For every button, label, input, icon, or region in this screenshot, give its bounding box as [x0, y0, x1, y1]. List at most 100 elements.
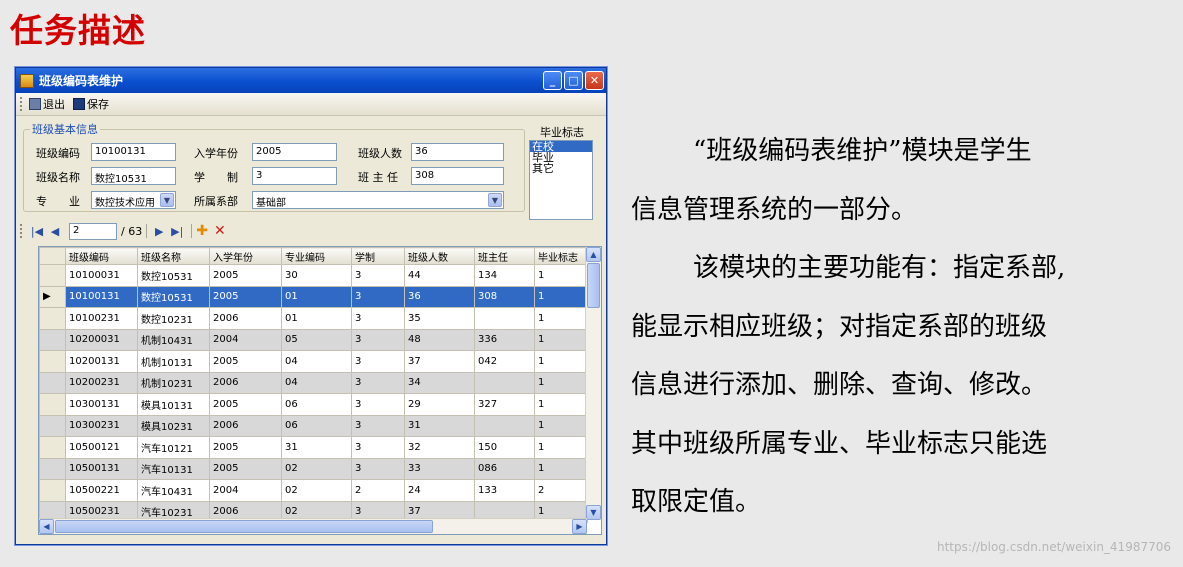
table-cell[interactable]: 数控10231	[137, 307, 210, 330]
table-cell[interactable]: 01	[281, 285, 352, 308]
table-cell[interactable]: 2006	[209, 371, 282, 394]
table-row[interactable]: 10100231 数控10231 2006 01 3 35 1	[39, 307, 588, 330]
table-cell[interactable]: 10100031	[65, 264, 138, 287]
row-selector[interactable]	[39, 457, 66, 480]
table-cell[interactable]: 31	[404, 414, 475, 437]
table-cell[interactable]: 04	[281, 371, 352, 394]
horizontal-scrollbar[interactable]: ◀ ▶	[39, 518, 587, 534]
table-cell[interactable]: 2005	[209, 457, 282, 480]
table-cell[interactable]: 10100131	[65, 285, 138, 308]
first-record-icon[interactable]: |◀	[29, 225, 45, 238]
column-header[interactable]: 毕业标志	[534, 247, 588, 265]
table-cell[interactable]: 10200231	[65, 371, 138, 394]
table-cell[interactable]: 1	[534, 436, 588, 459]
table-cell[interactable]: 2006	[209, 414, 282, 437]
table-cell[interactable]: 02	[281, 457, 352, 480]
table-row[interactable]: 10200131 机制10131 2005 04 3 37 042 1	[39, 350, 588, 373]
table-cell[interactable]: 2004	[209, 479, 282, 502]
table-cell[interactable]: 2005	[209, 393, 282, 416]
scroll-down-icon[interactable]: ▼	[586, 505, 601, 520]
row-selector[interactable]	[39, 264, 66, 287]
table-cell[interactable]: 2005	[209, 350, 282, 373]
advisor-field[interactable]: 308	[411, 167, 504, 185]
exit-button[interactable]: 退出	[29, 96, 65, 112]
table-cell[interactable]: 04	[281, 350, 352, 373]
table-row[interactable]: 10100031 数控10531 2005 30 3 44 134 1	[39, 264, 588, 287]
table-cell[interactable]: 1	[534, 328, 588, 351]
table-cell[interactable]: 汽车10431	[137, 479, 210, 502]
table-cell[interactable]: 10100231	[65, 307, 138, 330]
table-cell[interactable]: 10500221	[65, 479, 138, 502]
last-record-icon[interactable]: ▶|	[169, 225, 185, 238]
column-header[interactable]: 班主任	[474, 247, 535, 265]
table-cell[interactable]: 336	[474, 328, 535, 351]
prev-record-icon[interactable]: ◀	[47, 225, 63, 238]
table-cell[interactable]: 1	[534, 350, 588, 373]
table-cell[interactable]	[474, 371, 535, 394]
table-cell[interactable]: 3	[351, 371, 405, 394]
table-cell[interactable]: 机制10231	[137, 371, 210, 394]
row-selector[interactable]	[39, 436, 66, 459]
table-cell[interactable]: 10500121	[65, 436, 138, 459]
table-cell[interactable]: 1	[534, 264, 588, 287]
row-selector[interactable]: ▶	[39, 285, 66, 308]
table-cell[interactable]: 机制10431	[137, 328, 210, 351]
close-icon[interactable]: ✕	[585, 71, 604, 90]
scroll-left-icon[interactable]: ◀	[39, 519, 54, 534]
table-cell[interactable]: 48	[404, 328, 475, 351]
column-header[interactable]: 班级人数	[404, 247, 475, 265]
scroll-right-icon[interactable]: ▶	[572, 519, 587, 534]
table-cell[interactable]: 33	[404, 457, 475, 480]
table-cell[interactable]: 10300131	[65, 393, 138, 416]
vertical-scrollbar[interactable]: ▲ ▼	[585, 247, 601, 520]
row-selector[interactable]	[39, 307, 66, 330]
table-cell[interactable]: 1	[534, 414, 588, 437]
table-cell[interactable]: 机制10131	[137, 350, 210, 373]
row-selector[interactable]	[39, 479, 66, 502]
table-cell[interactable]: 3	[351, 328, 405, 351]
table-cell[interactable]: 3	[351, 436, 405, 459]
table-cell[interactable]: 10300231	[65, 414, 138, 437]
table-cell[interactable]: 模具10231	[137, 414, 210, 437]
table-cell[interactable]: 3	[351, 285, 405, 308]
row-selector[interactable]	[39, 328, 66, 351]
table-cell[interactable]: 10500131	[65, 457, 138, 480]
class-size-field[interactable]: 36	[411, 143, 504, 161]
row-selector[interactable]	[39, 414, 66, 437]
table-cell[interactable]: 32	[404, 436, 475, 459]
column-header[interactable]: 入学年份	[209, 247, 282, 265]
table-cell[interactable]: 1	[534, 307, 588, 330]
table-cell[interactable]: 31	[281, 436, 352, 459]
table-cell[interactable]	[474, 307, 535, 330]
row-selector[interactable]	[39, 371, 66, 394]
delete-record-icon[interactable]: ✕	[214, 223, 226, 239]
table-cell[interactable]: 134	[474, 264, 535, 287]
table-cell[interactable]: 24	[404, 479, 475, 502]
class-code-field[interactable]: 10100131	[91, 143, 176, 161]
table-cell[interactable]: 1	[534, 285, 588, 308]
add-record-icon[interactable]: ✚	[196, 223, 208, 239]
table-cell[interactable]: 10200031	[65, 328, 138, 351]
table-row[interactable]: 10200231 机制10231 2006 04 3 34 1	[39, 371, 588, 394]
column-header[interactable]: 班级名称	[137, 247, 210, 265]
save-button[interactable]: 保存	[73, 96, 109, 112]
table-cell[interactable]: 308	[474, 285, 535, 308]
toolbar-grip[interactable]	[20, 97, 23, 111]
table-row[interactable]: 10200031 机制10431 2004 05 3 48 336 1	[39, 328, 588, 351]
table-cell[interactable]: 150	[474, 436, 535, 459]
table-cell[interactable]: 2006	[209, 307, 282, 330]
class-name-field[interactable]: 数控10531	[91, 167, 176, 185]
table-cell[interactable]: 2004	[209, 328, 282, 351]
table-cell[interactable]: 042	[474, 350, 535, 373]
table-cell[interactable]: 汽车10131	[137, 457, 210, 480]
table-cell[interactable]: 1	[534, 393, 588, 416]
table-cell[interactable]: 1	[534, 457, 588, 480]
table-cell[interactable]: 3	[351, 414, 405, 437]
table-cell[interactable]: 06	[281, 414, 352, 437]
scroll-up-icon[interactable]: ▲	[586, 247, 601, 262]
class-grid[interactable]: 班级编码 班级名称 入学年份 专业编码 学制 班级人数 班主任 毕业标志 101…	[38, 246, 602, 535]
table-cell[interactable]: 1	[534, 371, 588, 394]
table-cell[interactable]: 29	[404, 393, 475, 416]
column-header[interactable]: 学制	[351, 247, 405, 265]
table-cell[interactable]: 2005	[209, 436, 282, 459]
